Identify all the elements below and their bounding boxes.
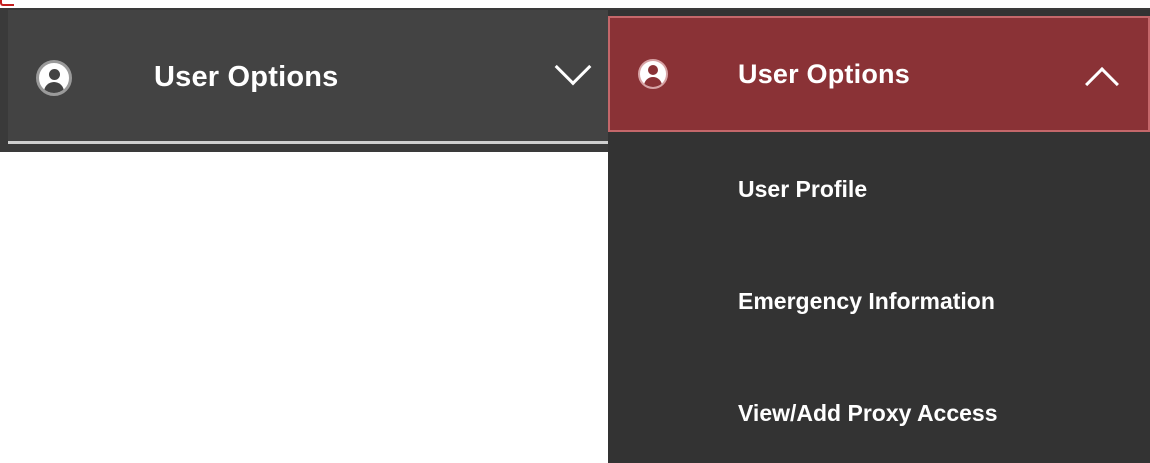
menu-item-view-add-proxy-access[interactable]: View/Add Proxy Access bbox=[738, 400, 998, 427]
user-options-menu-collapsed[interactable]: User Options bbox=[0, 10, 608, 145]
user-options-menu-header[interactable]: User Options bbox=[608, 16, 1150, 132]
user-icon bbox=[36, 59, 72, 96]
chevron-down-icon[interactable] bbox=[554, 48, 592, 86]
menu-title: User Options bbox=[738, 58, 910, 89]
user-options-menu-expanded: User Options User Profile Emergency Info… bbox=[608, 10, 1150, 463]
menu-title: User Options bbox=[154, 61, 339, 93]
user-icon bbox=[638, 59, 668, 89]
menu-item-user-profile[interactable]: User Profile bbox=[738, 176, 867, 203]
menu-bottom-border bbox=[0, 144, 608, 152]
annotation-mark bbox=[0, 0, 14, 6]
chevron-up-icon[interactable] bbox=[1085, 67, 1119, 101]
menu-item-emergency-information[interactable]: Emergency Information bbox=[738, 288, 995, 315]
